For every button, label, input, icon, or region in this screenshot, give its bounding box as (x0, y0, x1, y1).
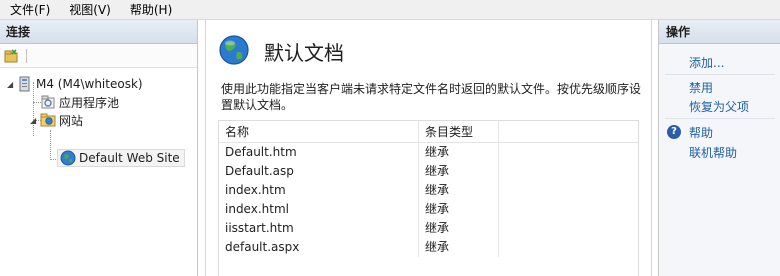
default-document-globe-icon (218, 34, 250, 69)
actions-header: 操作 (659, 20, 780, 44)
collapse-arrow-icon[interactable]: ◢ (7, 80, 13, 89)
cell-type: 继承 (419, 181, 499, 200)
tree-item-sites[interactable]: 网站 (40, 111, 83, 129)
cell-name: Default.htm (219, 143, 419, 162)
default-documents-grid: 名称 条目类型 Default.htm 继承 Default.asp 继承 in… (218, 120, 639, 276)
tree-line (50, 130, 51, 160)
tree-label-default-web-site: Default Web Site (79, 151, 180, 165)
online-help-link[interactable]: 联机帮助 (689, 144, 737, 161)
help-icon[interactable]: ? (667, 125, 681, 139)
table-row[interactable]: Default.asp 继承 (219, 162, 638, 181)
tree-label-sites: 网站 (59, 113, 84, 128)
create-connection-icon[interactable] (2, 47, 20, 65)
menu-file[interactable]: 文件(F) (0, 0, 59, 20)
tree-item-server[interactable]: M4 (M4\whiteosk) (17, 75, 143, 93)
connections-toolbar (0, 44, 197, 68)
table-row[interactable]: default.aspx 继承 (219, 238, 638, 257)
column-header-empty (499, 121, 638, 142)
toolbar-separator (26, 48, 27, 63)
tree-label-app-pools: 应用程序池 (59, 95, 120, 110)
help-link[interactable]: 帮助 (689, 124, 713, 141)
tree-item-default-web-site[interactable]: Default Web Site (57, 149, 185, 167)
table-row[interactable]: iisstart.htm 继承 (219, 219, 638, 238)
grid-header: 名称 条目类型 (219, 121, 638, 143)
table-row[interactable]: Default.htm 继承 (219, 143, 638, 162)
tree-label-server: M4 (M4\whiteosk) (36, 77, 143, 91)
connections-panel: 连接 ◢ M4 (M4\whiteosk) 应用程序池 ◢ 网站 Default… (0, 20, 198, 276)
main-content: 默认文档 使用此功能指定当客户端未请求特定文件名时返回的默认文件。按优先级顺序设… (205, 20, 652, 276)
sites-folder-icon (40, 112, 56, 128)
collapse-arrow-icon[interactable]: ◢ (30, 116, 36, 125)
menu-view[interactable]: 视图(V) (59, 0, 120, 20)
menu-help[interactable]: 帮助(H) (120, 0, 181, 20)
revert-to-parent-link[interactable]: 恢复为父项 (689, 98, 749, 115)
actions-divider (665, 74, 775, 75)
cell-type: 继承 (419, 162, 499, 181)
cell-name: index.htm (219, 181, 419, 200)
cell-type: 继承 (419, 143, 499, 162)
actions-panel: 操作 添加... 禁用 恢复为父项 ? 帮助 联机帮助 (658, 20, 780, 276)
column-header-name[interactable]: 名称 (219, 121, 419, 142)
cell-name: iisstart.htm (219, 219, 419, 238)
disable-link[interactable]: 禁用 (689, 79, 713, 96)
connections-header: 连接 (0, 20, 197, 44)
app-pool-icon (40, 94, 56, 110)
tree-item-app-pools[interactable]: 应用程序池 (40, 93, 119, 111)
actions-divider (665, 118, 775, 119)
globe-icon (60, 150, 76, 166)
table-row[interactable]: index.html 继承 (219, 200, 638, 219)
cell-type: 继承 (419, 238, 499, 257)
page-description: 使用此功能指定当客户端未请求特定文件名时返回的默认文件。按优先级顺序设置默认文档… (221, 82, 642, 112)
cell-type: 继承 (419, 200, 499, 219)
add-link[interactable]: 添加... (689, 54, 724, 71)
cell-name: Default.asp (219, 162, 419, 181)
page-header: 默认文档 (218, 34, 344, 69)
menu-bar: 文件(F) 视图(V) 帮助(H) (0, 0, 780, 20)
cell-type: 继承 (419, 219, 499, 238)
page-title: 默认文档 (264, 41, 344, 65)
server-icon (17, 76, 33, 92)
cell-name: index.html (219, 200, 419, 219)
column-header-type[interactable]: 条目类型 (419, 121, 499, 142)
cell-name: default.aspx (219, 238, 419, 257)
table-row[interactable]: index.htm 继承 (219, 181, 638, 200)
